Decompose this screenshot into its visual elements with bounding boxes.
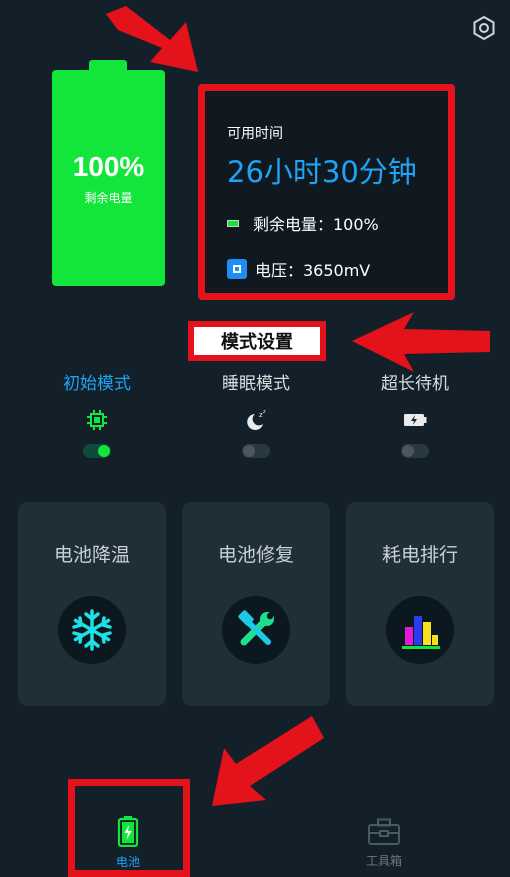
mode-long-standby[interactable]: 超长待机 xyxy=(350,369,480,458)
card-power-ranking[interactable]: 耗电排行 xyxy=(346,502,494,706)
mode-long-standby-label: 超长待机 xyxy=(381,374,449,394)
mode-long-standby-toggle[interactable] xyxy=(401,444,429,458)
small-battery-icon xyxy=(227,219,239,227)
toggle-knob xyxy=(243,445,255,457)
card-cooling-title: 电池降温 xyxy=(53,544,130,566)
card-repair-icon-circle xyxy=(222,596,290,664)
settings-gear-icon[interactable] xyxy=(470,14,498,42)
remaining-row: 剩余电量：100% xyxy=(227,211,379,235)
available-time-label: 可用时间 xyxy=(227,126,283,142)
toolbox-icon xyxy=(368,818,400,845)
card-ranking-icon-circle xyxy=(386,596,454,664)
card-ranking-title: 耗电排行 xyxy=(381,544,458,566)
moon-icon: z z xyxy=(244,408,268,432)
mode-initial-toggle[interactable] xyxy=(83,444,111,458)
annotation-arrow-nav xyxy=(212,716,324,806)
card-battery-cooling[interactable]: 电池降温 xyxy=(18,502,166,706)
nav-toolbox[interactable]: 工具箱 xyxy=(339,818,429,869)
bar-chart-icon xyxy=(402,616,440,649)
mode-initial-label: 初始模式 xyxy=(63,374,131,394)
battery-info-panel: 可用时间 26小时30分钟 剩余电量：100% 电压：3650mV xyxy=(198,84,455,300)
card-repair-title: 电池修复 xyxy=(217,544,294,566)
battery-remaining-label: 剩余电量 xyxy=(84,190,133,205)
snowflake-icon xyxy=(72,609,112,651)
chip-icon xyxy=(85,408,109,432)
annotation-highlight-box xyxy=(68,779,190,877)
battery-percent: 100% xyxy=(72,150,145,182)
remaining-text: 剩余电量：100% xyxy=(253,215,379,234)
battery-charge-icon xyxy=(403,408,427,432)
mode-initial[interactable]: 初始模式 xyxy=(32,369,162,458)
card-cooling-icon-circle xyxy=(58,596,126,664)
nav-toolbox-label: 工具箱 xyxy=(365,854,402,868)
toggle-knob xyxy=(98,445,110,457)
wrench-hammer-icon xyxy=(238,610,274,646)
voltage-icon xyxy=(227,259,247,279)
annotation-arrow-mode xyxy=(352,312,490,372)
battery-gauge: 100% 剩余电量 xyxy=(52,70,165,286)
available-time-value: 26小时30分钟 xyxy=(227,155,417,189)
mode-settings-title: 模式设置 xyxy=(188,321,326,361)
voltage-text: 电压：3650mV xyxy=(255,261,371,280)
svg-text:z: z xyxy=(263,409,266,415)
mode-sleep[interactable]: 睡眠模式 z z xyxy=(191,369,321,458)
toggle-knob xyxy=(402,445,414,457)
mode-sleep-label: 睡眠模式 xyxy=(222,374,290,394)
card-battery-repair[interactable]: 电池修复 xyxy=(182,502,330,706)
mode-sleep-toggle[interactable] xyxy=(242,444,270,458)
voltage-row: 电压：3650mV xyxy=(227,257,370,281)
